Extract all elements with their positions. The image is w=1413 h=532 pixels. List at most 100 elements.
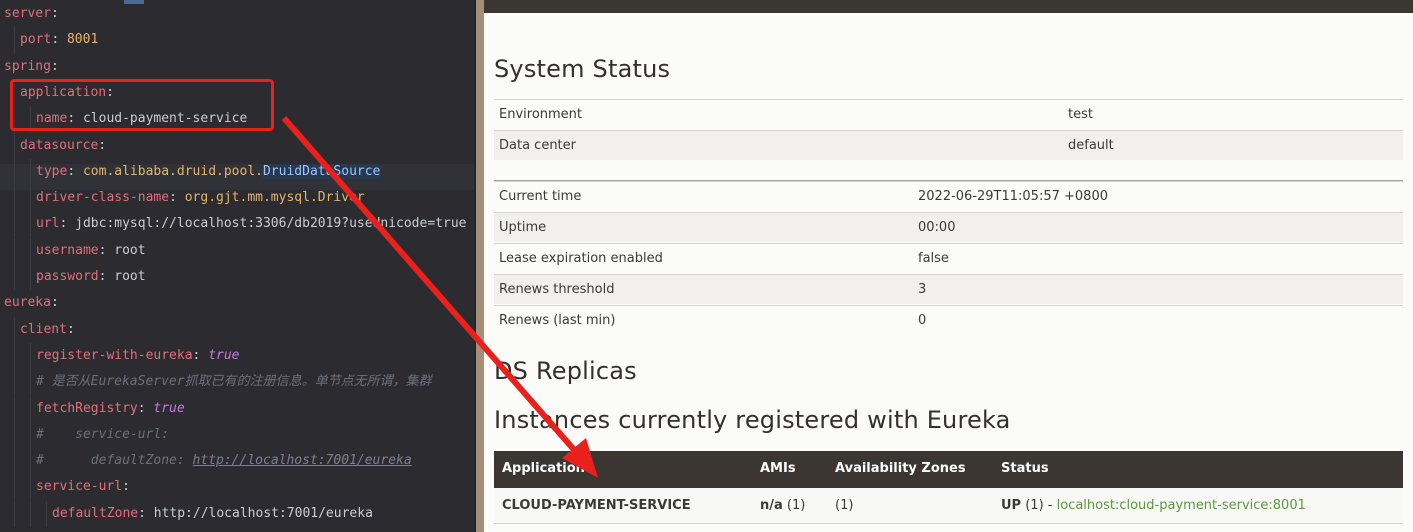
desktop-background-strip	[476, 0, 484, 532]
code-token: url	[36, 216, 60, 232]
code-token: :	[50, 295, 59, 311]
env-label: Data center	[499, 138, 576, 153]
stat-label: Uptime	[499, 220, 547, 235]
code-line[interactable]: username: root	[0, 237, 476, 264]
indent-guide	[30, 369, 31, 396]
code-token: :	[98, 137, 107, 153]
application-name: CLOUD-PAYMENT-SERVICE	[502, 498, 691, 513]
code-line[interactable]: register-with-eureka: true	[0, 342, 476, 369]
code-token: datasource	[20, 137, 99, 153]
code-token: service-url	[36, 479, 123, 495]
code-token: :	[50, 6, 59, 21]
stat-value: 2022-06-29T11:05:57 +0800	[918, 189, 1108, 204]
system-status-title: System Status	[494, 55, 671, 83]
code-text: register-with-eureka: true	[36, 343, 240, 369]
instances-table-header: Application AMIs Availability Zones Stat…	[494, 451, 1403, 488]
code-line[interactable]: spring:	[0, 54, 476, 80]
code-line[interactable]: eureka:	[0, 290, 476, 316]
code-text: server:	[4, 1, 59, 27]
code-token: fetchRegistry	[36, 400, 138, 416]
code-text: username: root	[36, 238, 146, 264]
code-text: client:	[20, 317, 75, 343]
indent-guide	[30, 500, 31, 527]
code-text: service-url:	[36, 474, 130, 500]
indent-guide	[30, 342, 31, 369]
code-token: 8001	[66, 32, 99, 48]
code-editor[interactable]: server: port: 8001 spring: application: name…	[0, 0, 476, 532]
indent-guide	[14, 27, 15, 54]
status-cell: UP (1) - localhost:cloud-payment-service…	[1001, 488, 1306, 524]
indent-guide	[14, 237, 15, 264]
indent-guide	[30, 237, 31, 264]
top-nav-bar	[484, 0, 1413, 13]
code-line[interactable]: client:	[0, 316, 476, 343]
code-line[interactable]: url: jdbc:mysql://localhost:3306/db2019?…	[0, 211, 476, 238]
stat-value: 3	[918, 282, 927, 297]
table-row: Renews (last min) 0	[494, 305, 1403, 335]
indent-guide	[14, 369, 15, 396]
code-token: driver-class-name	[36, 190, 170, 206]
indent-guide	[14, 474, 15, 501]
code-line[interactable]: server:	[0, 1, 476, 27]
code-token: spring	[4, 58, 51, 74]
stat-label: Renews threshold	[499, 282, 615, 297]
stat-label: Current time	[499, 189, 582, 204]
code-line[interactable]: # service-url:	[0, 421, 476, 448]
eureka-dashboard: System Status DS Replicas Instances curr…	[484, 0, 1413, 532]
indent-guide	[14, 395, 15, 422]
col-amis: AMIs	[760, 461, 796, 476]
code-line[interactable]: # 是否从EurekaServer抓取已有的注册信息。单节点无所谓，集群	[0, 369, 476, 396]
code-token: :	[137, 400, 154, 416]
code-line[interactable]: datasource:	[0, 132, 476, 159]
code-line[interactable]: fetchRegistry: true	[0, 395, 476, 422]
indent-guide	[30, 158, 31, 185]
code-text: # 是否从EurekaServer抓取已有的注册信息。单节点无所谓，集群	[36, 369, 432, 395]
code-line[interactable]: password: root	[0, 264, 476, 290]
code-token: port	[20, 32, 52, 48]
indent-guide	[14, 132, 15, 159]
indent-guide	[46, 500, 47, 527]
indent-guide	[30, 421, 31, 448]
code-line[interactable]: defaultZone: http://localhost:7001/eurek…	[0, 500, 476, 527]
indent-guide	[30, 211, 31, 238]
amis-cell: n/a (1)	[760, 488, 805, 524]
code-token: # service-url:	[36, 426, 170, 442]
code-line[interactable]: # defaultZone: http://localhost:7001/eur…	[0, 448, 476, 475]
zones-cell: (1)	[835, 498, 854, 513]
code-line[interactable]: driver-class-name: org.gjt.mm.mysql.Driv…	[0, 185, 476, 212]
indent-guide	[14, 448, 15, 475]
code-line[interactable]: port: 8001	[0, 27, 476, 54]
code-text: defaultZone: http://localhost:7001/eurek…	[52, 501, 373, 527]
code-text: spring:	[4, 54, 59, 80]
col-availability-zones: Availability Zones	[835, 461, 966, 476]
code-line[interactable]: type: com.alibaba.druid.pool.DruidDataSo…	[0, 158, 476, 185]
code-text: # service-url:	[36, 422, 169, 448]
col-status: Status	[1001, 461, 1049, 476]
code-token: org.gjt.mm.mysql.Driver	[184, 190, 365, 206]
indent-guide	[30, 395, 31, 422]
table-row: Current time 2022-06-29T11:05:57 +0800	[494, 181, 1403, 211]
indent-guide	[30, 448, 31, 475]
code-text: driver-class-name: org.gjt.mm.mysql.Driv…	[36, 185, 365, 211]
code-line[interactable]: service-url:	[0, 474, 476, 501]
code-token: : jdbc:mysql://localhost:3306/db2019?use…	[59, 216, 467, 232]
table-row: Environment test	[494, 99, 1403, 129]
code-token: :	[66, 321, 75, 337]
code-text: type: com.alibaba.druid.pool.DruidDataSo…	[36, 159, 381, 185]
stat-value: 00:00	[918, 220, 956, 235]
indent-guide	[14, 264, 15, 290]
stat-label: Lease expiration enabled	[499, 251, 663, 266]
table-row: CLOUD-PAYMENT-SERVICE n/a (1) (1) UP (1)…	[494, 488, 1403, 524]
code-text: # defaultZone: http://localhost:7001/eur…	[36, 448, 412, 474]
code-text: eureka:	[4, 290, 59, 316]
status-up: UP	[1001, 498, 1022, 513]
amis-count: (1)	[782, 498, 806, 513]
code-token: # defaultZone:	[36, 453, 193, 469]
code-token: username	[36, 242, 99, 258]
instance-link[interactable]: localhost:cloud-payment-service:8001	[1057, 498, 1306, 513]
code-token: :	[122, 479, 130, 495]
code-text: datasource:	[20, 133, 106, 159]
code-token: # 是否从EurekaServer抓取已有的注册信息。单节点无所谓，集群	[36, 374, 432, 390]
code-token: :	[51, 32, 67, 48]
indent-guide	[30, 474, 31, 501]
